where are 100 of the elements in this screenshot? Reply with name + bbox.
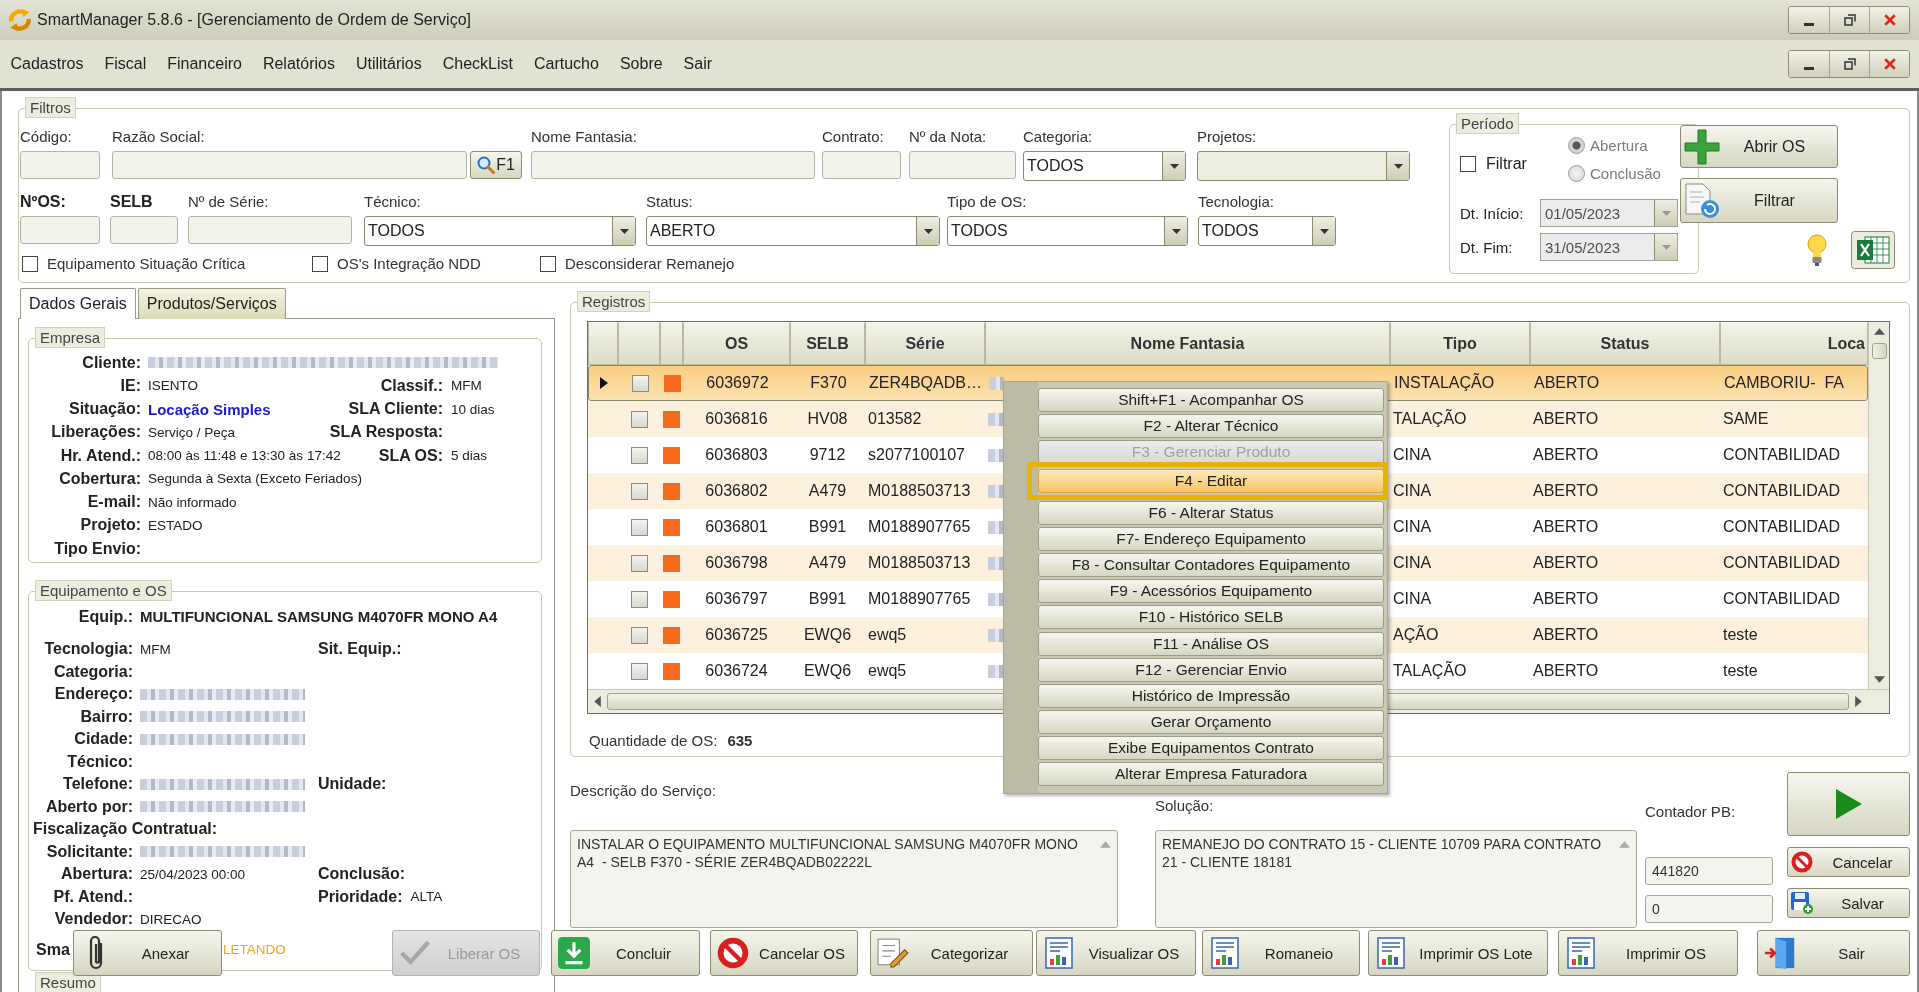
field-label: Cidade: bbox=[73, 730, 133, 749]
group-title: Período bbox=[1456, 113, 1519, 134]
field-value: 08:00 às 11:48 e 13:30 às 17:42 bbox=[148, 448, 342, 464]
field-label: Solução: bbox=[1155, 796, 1214, 816]
field-label: Endereço: bbox=[53, 685, 133, 704]
table-cell-text: ABERTO bbox=[1532, 481, 1600, 501]
table-cell-text: s2077100107 bbox=[867, 445, 966, 465]
table-cell-text: 6036724 bbox=[704, 661, 769, 681]
field-value: ESTADO bbox=[148, 517, 204, 533]
table-cell-text: AÇÃO bbox=[1392, 624, 1440, 645]
field-value: Serviço / Peça bbox=[148, 424, 237, 440]
field-value: 5 dias bbox=[451, 448, 489, 464]
field-label: Prioridade: bbox=[318, 887, 403, 906]
field-label: E-mail: bbox=[86, 493, 141, 512]
field-label: Projeto: bbox=[79, 516, 141, 535]
table-cell-text: SAME bbox=[1722, 409, 1770, 429]
field-label: SLA OS: bbox=[378, 446, 443, 465]
table-cell-text: TALAÇÃO bbox=[1392, 660, 1468, 681]
field-label: Liberações: bbox=[50, 423, 141, 442]
field-label: Razão Social: bbox=[112, 127, 205, 147]
table-cell-text: ABERTO bbox=[1532, 661, 1600, 681]
field-label: Sit. Equip.: bbox=[318, 640, 402, 659]
group-title: Resumo bbox=[35, 972, 101, 992]
table-cell-text: ABERTO bbox=[1532, 445, 1600, 465]
field-value: MULTIFUNCIONAL SAMSUNG M4070FR MONO A4 bbox=[140, 608, 499, 625]
field-label: Aberto por: bbox=[44, 797, 133, 816]
table-cell-text: ABERTO bbox=[1532, 553, 1600, 573]
table-cell-text: 6036803 bbox=[704, 445, 769, 465]
table-cell-text: ewq5 bbox=[867, 661, 908, 681]
field-label: Categoria: bbox=[52, 662, 133, 681]
table-cell-text: 6036725 bbox=[704, 625, 769, 645]
table-cell-text: ABERTO bbox=[1532, 517, 1600, 537]
field-label: Bairro: bbox=[79, 707, 133, 726]
table-cell-text: CONTABILIDAD bbox=[1722, 517, 1842, 537]
window-title: SmartManager 5.8.6 - [Gerenciamento de Ordem de Serviço] bbox=[37, 11, 471, 29]
table-cell-text: M0188503713 bbox=[867, 553, 972, 573]
table-cell-text: ABERTO bbox=[1532, 625, 1600, 645]
field-label: Nº da Nota: bbox=[909, 127, 987, 147]
field-label: Tipo de OS: bbox=[947, 192, 1027, 212]
table-cell-text: CINA bbox=[1392, 517, 1433, 537]
table-cell-text: ABERTO bbox=[1532, 409, 1600, 429]
field-value: Locação Simples bbox=[148, 400, 272, 418]
table-cell-text: ABERTO bbox=[1533, 373, 1601, 393]
table-cell-text: CAMBORIU- FA bbox=[1723, 373, 1845, 393]
table-cell-text: A479 bbox=[807, 481, 848, 501]
field-label: Técnico: bbox=[66, 752, 133, 771]
table-cell-text: 6036972 bbox=[705, 373, 770, 393]
field-label: Tecnologia: bbox=[43, 640, 133, 659]
field-label: Unidade: bbox=[318, 775, 387, 794]
field-label: Tecnologia: bbox=[1198, 192, 1274, 212]
field-label: Equip.: bbox=[77, 607, 133, 626]
table-cell-text: ewq5 bbox=[867, 625, 908, 645]
field-label: Código: bbox=[20, 127, 72, 147]
field-label: Dt. Fim: bbox=[1460, 238, 1514, 256]
field-value: MFM bbox=[451, 378, 483, 394]
table-cell-text: A479 bbox=[807, 553, 848, 573]
field-label: Fiscalização Contratual: bbox=[33, 820, 218, 839]
field-label: Categoria: bbox=[1023, 127, 1093, 147]
table-cell-text: teste bbox=[1722, 661, 1759, 681]
table-cell-text: CINA bbox=[1392, 589, 1433, 609]
field-value: ALTA bbox=[410, 889, 443, 905]
table-cell-text: B991 bbox=[807, 589, 848, 609]
group-title: Empresa bbox=[35, 327, 106, 348]
table-cell-text: TALAÇÃO bbox=[1392, 408, 1468, 429]
table-cell-text: F370 bbox=[809, 373, 848, 393]
group-title: Registros bbox=[577, 291, 651, 312]
table-cell-text: CONTABILIDAD bbox=[1722, 481, 1842, 501]
table-cell-text: CONTABILIDAD bbox=[1722, 589, 1842, 609]
field-value: LETANDO bbox=[223, 942, 286, 957]
table-cell-text: teste bbox=[1722, 625, 1759, 645]
field-label: Dt. Início: bbox=[1460, 204, 1525, 222]
table-cell-text: CONTABILIDAD bbox=[1722, 553, 1842, 573]
field-label: Status: bbox=[646, 192, 693, 212]
field-value: Segunda à Sexta (Exceto Feriados) bbox=[148, 471, 363, 487]
field-value: Não informado bbox=[148, 494, 238, 510]
table-cell-text: CINA bbox=[1392, 553, 1433, 573]
field-label: NºOS: bbox=[20, 192, 66, 212]
field-label: Telefone: bbox=[62, 775, 133, 794]
table-cell-text: 6036802 bbox=[704, 481, 769, 501]
count-label: Quantidade de OS: bbox=[589, 731, 718, 749]
field-value: 10 dias bbox=[451, 401, 496, 417]
field-label: Solicitante: bbox=[45, 842, 133, 861]
table-cell-text: 9712 bbox=[808, 445, 847, 465]
field-label: SLA Resposta: bbox=[329, 423, 443, 442]
table-cell-text: 6036797 bbox=[704, 589, 769, 609]
table-cell-text: EWQ6 bbox=[802, 625, 853, 645]
field-value: MFM bbox=[140, 641, 172, 657]
field-label: Nome Fantasia: bbox=[531, 127, 637, 147]
field-label: Pf. Atend.: bbox=[52, 887, 133, 906]
table-cell-text: 013582 bbox=[867, 409, 923, 429]
count-value: 635 bbox=[727, 731, 753, 749]
field-value: 25/04/2023 00:00 bbox=[140, 866, 247, 882]
table-cell-text: 6036801 bbox=[704, 517, 769, 537]
table-cell-text: CONTABILIDAD bbox=[1722, 445, 1842, 465]
field-label: Sma bbox=[35, 940, 70, 959]
field-label: Cobertura: bbox=[58, 469, 141, 488]
field-label: Hr. Atend.: bbox=[59, 446, 141, 465]
field-label: Projetos: bbox=[1197, 127, 1257, 147]
field-label: Contador PB: bbox=[1645, 802, 1736, 822]
field-value: DIRECAO bbox=[140, 911, 203, 927]
